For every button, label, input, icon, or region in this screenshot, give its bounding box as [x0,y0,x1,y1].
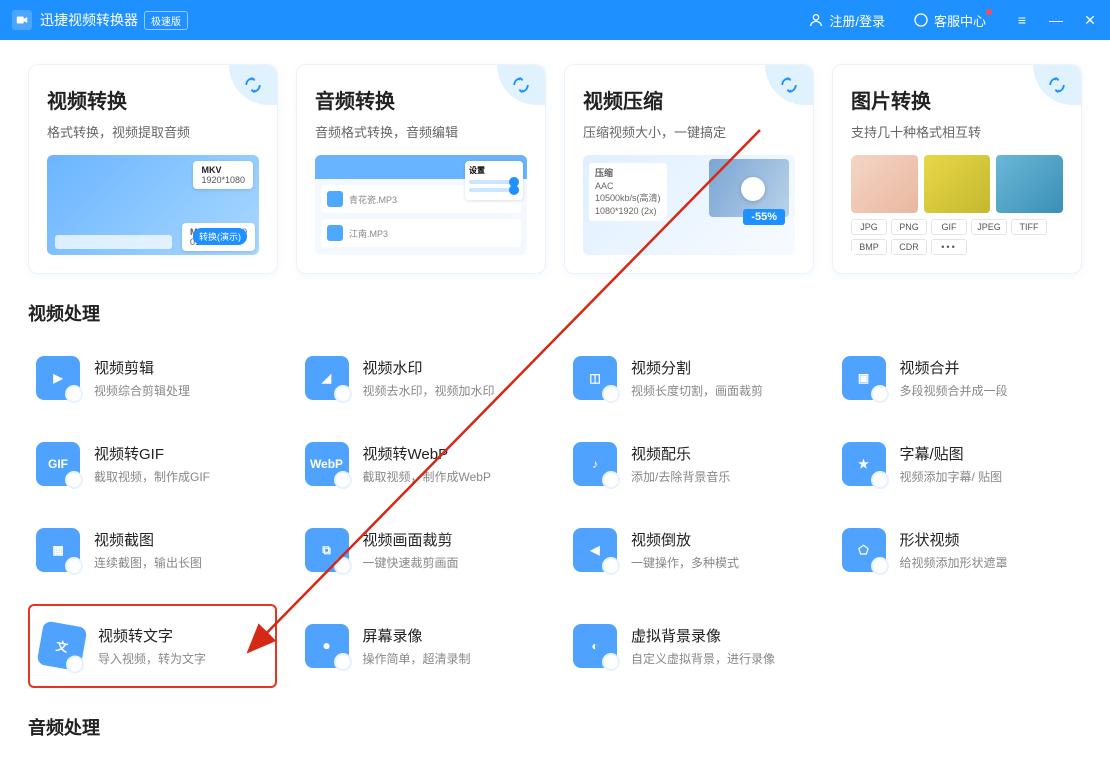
feature-title: 视频合并 [900,357,1008,378]
feature-sub: 视频去水印，视频加水印 [363,382,495,399]
feature-crop[interactable]: ⧉ 视频画面裁剪 一键快速裁剪画面 [297,518,546,582]
app-title: 迅捷视频转换器 [40,10,138,30]
feature-title: 视频剪辑 [94,357,190,378]
menu-button[interactable]: ≡ [1014,12,1030,28]
feature-video-merge[interactable]: ▣ 视频合并 多段视频合并成一段 [834,346,1083,410]
feature-sub: 截取视频，制作成GIF [94,468,210,485]
edition-tag: 极速版 [144,11,188,30]
close-button[interactable]: ✕ [1082,12,1098,29]
feature-video-gif[interactable]: GIF 视频转GIF 截取视频，制作成GIF [28,432,277,496]
app-logo-icon [12,10,32,30]
card-video-convert[interactable]: 视频转换 格式转换，视频提取音频MKV1920*1080MP41920*7200… [28,64,278,274]
feature-sub: 视频添加字幕/ 贴图 [900,468,1003,485]
login-button[interactable]: 注册/登录 [808,11,885,30]
card-title: 视频压缩 [583,85,795,114]
screenshot-icon: ▦ [36,528,80,572]
feature-video-cut[interactable]: ▶ 视频剪辑 视频综合剪辑处理 [28,346,277,410]
feature-title: 虚拟背景录像 [631,625,775,646]
shape-icon: ⬠ [842,528,886,572]
feature-title: 视频转GIF [94,443,210,464]
crop-icon: ⧉ [305,528,349,572]
feature-sub: 一键快速裁剪画面 [363,554,459,571]
feature-title: 字幕/贴图 [900,443,1003,464]
feature-subtitle[interactable]: ★ 字幕/贴图 视频添加字幕/ 贴图 [834,432,1083,496]
feature-sub: 操作简单，超清录制 [363,650,471,667]
support-button[interactable]: 客服中心 [913,11,986,30]
feature-sub: 多段视频合并成一段 [900,382,1008,399]
notification-dot-icon [986,9,992,15]
card-desc: 压缩视频大小，一键搞定 [583,122,795,141]
window-controls: ≡ — ✕ [1014,12,1098,29]
feature-virtual-bg[interactable]: ◐ 虚拟背景录像 自定义虚拟背景，进行录像 [565,604,814,688]
feature-sub: 添加/去除背景音乐 [631,468,730,485]
feature-title: 视频倒放 [631,529,739,550]
card-desc: 格式转换，视频提取音频 [47,122,259,141]
feature-sub: 导入视频，转为文字 [98,650,206,667]
feature-video-webp[interactable]: WebP 视频转WebP 截取视频，制作成WebP [297,432,546,496]
minimize-button[interactable]: — [1048,12,1064,28]
feature-sub: 连续截图，输出长图 [94,554,202,571]
card-title: 图片转换 [851,85,1063,114]
screen-rec-icon: ⏺ [305,624,349,668]
feature-video-split[interactable]: ◫ 视频分割 视频长度切割，画面裁剪 [565,346,814,410]
feature-sub: 自定义虚拟背景，进行录像 [631,650,775,667]
feature-shape[interactable]: ⬠ 形状视频 给视频添加形状遮罩 [834,518,1083,582]
feature-screenshot[interactable]: ▦ 视频截图 连续截图，输出长图 [28,518,277,582]
feature-title: 视频配乐 [631,443,730,464]
virtual-bg-icon: ◐ [573,624,617,668]
card-title: 音频转换 [315,85,527,114]
video-merge-icon: ▣ [842,356,886,400]
video-cut-icon: ▶ [36,356,80,400]
feature-title: 视频转WebP [363,443,491,464]
chat-icon [913,12,929,28]
feature-sub: 截取视频，制作成WebP [363,468,491,485]
feature-sub: 一键操作，多种模式 [631,554,739,571]
video-watermark-icon: ◢ [305,356,349,400]
feature-sub: 视频综合剪辑处理 [94,382,190,399]
title-bar: 迅捷视频转换器 极速版 注册/登录 客服中心 ≡ — ✕ [0,0,1110,40]
feature-title: 形状视频 [900,529,1008,550]
card-desc: 支持几十种格式相互转 [851,122,1063,141]
feature-title: 视频水印 [363,357,495,378]
feature-reverse[interactable]: ◀ 视频倒放 一键操作，多种模式 [565,518,814,582]
card-video-compress[interactable]: 视频压缩 压缩视频大小，一键搞定压缩AAC10500kb/s(高清)1080*1… [564,64,814,274]
section-title-audio: 音频处理 [28,714,1082,740]
video-split-icon: ◫ [573,356,617,400]
section-title-video: 视频处理 [28,300,1082,326]
video-gif-icon: GIF [36,442,80,486]
card-title: 视频转换 [47,85,259,114]
feature-sub: 给视频添加形状遮罩 [900,554,1008,571]
user-icon [808,12,824,28]
feature-title: 视频分割 [631,357,763,378]
feature-screen-rec[interactable]: ⏺ 屏幕录像 操作简单，超清录制 [297,604,546,688]
feature-title: 屏幕录像 [363,625,471,646]
card-desc: 音频格式转换，音频编辑 [315,122,527,141]
feature-title: 视频转文字 [98,625,206,646]
feature-sub: 视频长度切割，画面裁剪 [631,382,763,399]
feature-video-to-text[interactable]: 文 视频转文字 导入视频，转为文字 [28,604,277,688]
card-audio-convert[interactable]: 音频转换 音频格式转换，音频编辑青花瓷.MP3江南.MP3设置 [296,64,546,274]
feature-title: 视频截图 [94,529,202,550]
feature-video-watermark[interactable]: ◢ 视频水印 视频去水印，视频加水印 [297,346,546,410]
reverse-icon: ◀ [573,528,617,572]
feature-video-bgm[interactable]: ♪ 视频配乐 添加/去除背景音乐 [565,432,814,496]
video-bgm-icon: ♪ [573,442,617,486]
card-image-convert[interactable]: 图片转换 支持几十种格式相互转JPGPNGGIFJPEGTIFFBMPCDR••… [832,64,1082,274]
video-webp-icon: WebP [305,442,349,486]
subtitle-icon: ★ [842,442,886,486]
video-to-text-icon: 文 [37,621,88,672]
feature-title: 视频画面裁剪 [363,529,459,550]
